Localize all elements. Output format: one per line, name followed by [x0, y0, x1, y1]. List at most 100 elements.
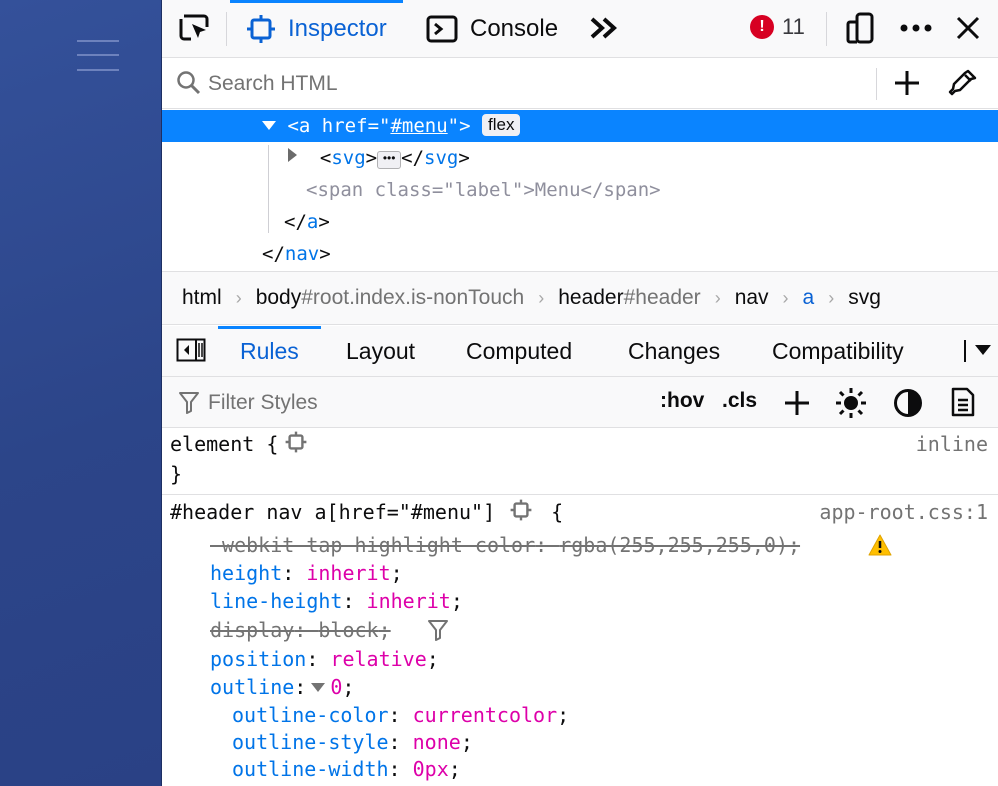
dark-mode-icon[interactable]: [893, 388, 923, 418]
sidebar-tabs: Rules Layout Computed Changes Compatibil…: [162, 326, 998, 377]
property-value[interactable]: 0: [330, 675, 342, 699]
chevron-down-icon[interactable]: [974, 344, 992, 356]
tag-close-bracket: >: [318, 211, 330, 233]
search-icon: [177, 71, 201, 95]
declaration[interactable]: position: relative;: [210, 645, 439, 673]
chevron-right-icon: ›: [714, 287, 721, 308]
tab-inspector-label: Inspector: [288, 14, 387, 42]
chevron-right-icon: ›: [828, 287, 835, 308]
declaration[interactable]: height: inherit;: [210, 559, 403, 587]
property-value[interactable]: rgba(255,255,255,0): [559, 533, 788, 557]
collapse-twisty-icon[interactable]: [288, 148, 297, 162]
declaration-expandable[interactable]: outline: 0;: [210, 673, 354, 701]
declaration[interactable]: line-height: inherit;: [210, 587, 463, 615]
add-rule-icon[interactable]: [784, 390, 810, 416]
more-options-icon[interactable]: [898, 10, 934, 46]
close-icon[interactable]: [950, 10, 986, 46]
property-value: 0px: [412, 757, 449, 781]
filter-icon: [179, 392, 199, 414]
markup-tree: <a href="#menu"> flex <svg> ••• </svg> <sp…: [162, 109, 998, 271]
markup-node-span[interactable]: <span class="label">Menu</span>: [162, 174, 998, 206]
hover-pseudo-toggle[interactable]: :hov: [660, 389, 704, 413]
property-value[interactable]: relative: [330, 647, 426, 671]
tag-close-bracket: >: [458, 147, 470, 169]
declaration-longhand[interactable]: outline-style: none;: [232, 728, 473, 756]
property-value: none: [412, 730, 461, 754]
attr-name: href: [310, 115, 368, 137]
selector-highlighter-icon[interactable]: [284, 430, 308, 454]
declaration-overridden[interactable]: -webkit-tap-highlight-color: rgba(255,25…: [210, 531, 800, 559]
class-toggle[interactable]: .cls: [722, 389, 757, 413]
error-count-badge[interactable]: ! 11: [750, 14, 805, 40]
declaration-longhand[interactable]: outline-width: 0px;: [232, 755, 461, 783]
property-name[interactable]: -webkit-tap-highlight-color: [210, 533, 535, 557]
search-html-input[interactable]: [206, 68, 870, 100]
tag-name: a: [306, 211, 319, 233]
rule-selector: #header nav a[href="#menu"]: [170, 500, 496, 524]
property-name[interactable]: position: [210, 647, 306, 671]
declaration-overridden[interactable]: display: block;: [210, 616, 391, 644]
filter-icon[interactable]: [427, 619, 449, 641]
rule-close-brace: }: [170, 462, 183, 486]
responsive-design-icon[interactable]: [842, 10, 878, 46]
property-name[interactable]: outline: [210, 675, 294, 699]
tab-inspector[interactable]: Inspector: [230, 0, 403, 57]
tag-close-bracket: ">: [447, 115, 471, 137]
tab-console[interactable]: Console: [426, 0, 558, 57]
property-value[interactable]: block: [318, 618, 378, 642]
print-media-icon[interactable]: [950, 387, 976, 417]
rule-source-inline[interactable]: inline: [916, 430, 988, 458]
tab-computed[interactable]: Computed: [466, 326, 572, 376]
tag-name: svg: [424, 147, 459, 169]
breadcrumb-a[interactable]: a: [803, 286, 815, 310]
error-count: 11: [782, 14, 805, 39]
tab-rules[interactable]: Rules: [218, 326, 321, 376]
markup-node-nav-close[interactable]: </nav>: [162, 238, 998, 270]
property-name[interactable]: line-height: [210, 589, 342, 613]
property-name: outline-color: [232, 703, 389, 727]
markup-node-svg[interactable]: <svg> ••• </svg>: [162, 142, 998, 174]
toolbar-separator: [826, 12, 827, 46]
expand-twisty-icon[interactable]: [262, 121, 276, 130]
tab-console-label: Console: [470, 14, 559, 42]
more-tools-chevron-icon[interactable]: [586, 10, 622, 46]
property-value[interactable]: inherit: [367, 589, 451, 613]
breadcrumb-header[interactable]: header#header: [558, 286, 700, 310]
filter-styles-input[interactable]: [206, 387, 630, 419]
breadcrumb-html[interactable]: html: [182, 286, 222, 310]
eyedropper-icon[interactable]: [948, 68, 978, 98]
declaration-longhand[interactable]: outline-color: currentcolor;: [232, 701, 569, 729]
warning-icon[interactable]: [868, 534, 892, 556]
element-picker-icon[interactable]: [176, 10, 212, 46]
add-node-icon[interactable]: [894, 70, 920, 96]
collapsed-children-ellipsis[interactable]: •••: [377, 151, 402, 169]
tag-open-bracket: <: [287, 115, 299, 137]
markup-node-a-selected[interactable]: <a href="#menu"> flex: [162, 110, 998, 142]
element-rule-header[interactable]: element {: [170, 430, 314, 458]
light-mode-icon[interactable]: [835, 387, 867, 419]
property-name[interactable]: display: [210, 618, 294, 642]
attr-value-link[interactable]: #menu: [390, 115, 447, 137]
hamburger-menu-icon[interactable]: [77, 38, 119, 74]
breadcrumb-svg[interactable]: svg: [848, 286, 881, 310]
chevron-right-icon: ›: [235, 287, 242, 308]
markup-node-a-close[interactable]: </a>: [162, 206, 998, 238]
breadcrumb-nav[interactable]: nav: [735, 286, 769, 310]
tag-open-bracket: <: [319, 147, 332, 169]
flex-badge[interactable]: flex: [482, 114, 521, 136]
selector-highlighter-icon[interactable]: [509, 498, 533, 522]
chevron-right-icon: ›: [538, 287, 545, 308]
property-value[interactable]: inherit: [306, 561, 390, 585]
rule-open-brace: {: [551, 500, 564, 524]
chevron-down-icon[interactable]: [310, 682, 326, 693]
tab-compatibility[interactable]: Compatibility: [772, 326, 904, 376]
tab-layout[interactable]: Layout: [346, 326, 415, 376]
menu-rule-header[interactable]: #header nav a[href="#menu"] {: [170, 498, 563, 526]
rule-source-link[interactable]: app-root.css:1: [819, 498, 988, 526]
breadcrumb-body[interactable]: body#root.index.is-nonTouch: [256, 286, 525, 310]
search-html-bar: [162, 58, 998, 109]
toggle-sidebar-icon[interactable]: [176, 338, 206, 362]
tab-changes[interactable]: Changes: [628, 326, 720, 376]
property-name[interactable]: height: [210, 561, 282, 585]
tag-close-bracket: >: [365, 147, 378, 169]
